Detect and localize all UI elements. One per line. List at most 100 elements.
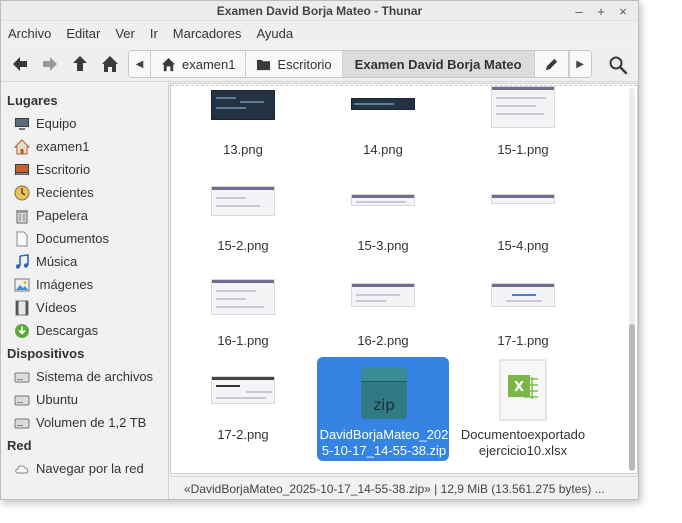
sidebar-item-papelera[interactable]: Papelera (1, 204, 168, 227)
images-icon (14, 277, 30, 293)
home-icon (102, 55, 118, 72)
edit-location-button[interactable] (535, 51, 569, 77)
file-manager-window: Examen David Borja Mateo - Thunar – + × … (0, 0, 639, 500)
file-name: 13.png (223, 142, 263, 157)
sidebar-item-descargas[interactable]: Descargas (1, 319, 168, 342)
menu-editar[interactable]: Editar (65, 26, 108, 41)
arrow-left-icon (13, 56, 27, 71)
home-icon (14, 138, 30, 155)
search-icon (609, 56, 628, 75)
file-item[interactable]: 16-2.png (317, 275, 449, 355)
recent-icon (14, 185, 30, 201)
menu-marcadores[interactable]: Marcadores (172, 26, 250, 41)
sidebar-header-dispositivos: Dispositivos (7, 346, 85, 361)
arrow-up-icon (73, 55, 87, 71)
file-name-line2: ejercicio10.xlsx (478, 443, 568, 458)
sidebar-item-volumen[interactable]: Volumen de 1,2 TB (1, 411, 168, 434)
sidebar-item-label: Música (36, 254, 78, 269)
sidebar-item-label: Papelera (36, 208, 89, 223)
image-thumbnail (491, 194, 555, 204)
sidebar-item-navegar-red[interactable]: Navegar por la red (1, 457, 168, 480)
sidebar-item-examen1[interactable]: examen1 (1, 135, 168, 158)
minimize-button[interactable]: – (568, 2, 590, 20)
file-item[interactable]: 15-3.png (317, 180, 449, 260)
sidebar-item-label: Ubuntu (36, 392, 78, 407)
home-icon (161, 57, 176, 71)
sidebar-item-label: examen1 (36, 139, 90, 154)
file-name: 15-2.png (217, 238, 269, 253)
file-name: 14.png (363, 142, 403, 157)
file-item[interactable]: 15-2.png (177, 180, 309, 260)
file-item[interactable]: 17-2.png (177, 368, 309, 448)
download-icon (14, 323, 30, 339)
breadcrumb-scroll-right[interactable]: ▶ (568, 51, 591, 77)
back-button[interactable] (5, 49, 35, 79)
sidebar-item-recientes[interactable]: Recientes (1, 181, 168, 204)
file-name: 16-2.png (357, 333, 409, 348)
sidebar-item-videos[interactable]: Vídeos (1, 296, 168, 319)
sidebar-item-label: Recientes (36, 185, 94, 200)
scrollbar-thumb[interactable] (629, 324, 635, 471)
file-name: 17-1.png (497, 333, 549, 348)
sidebar: Lugares Equipo examen1 Escritorio Recien… (1, 83, 169, 499)
desktop-icon (14, 162, 30, 178)
image-thumbnail (351, 194, 415, 206)
file-item[interactable]: 16-1.png (177, 275, 309, 355)
image-thumbnail (211, 90, 275, 120)
sidebar-item-label: Descargas (36, 323, 99, 338)
file-item[interactable]: 17-1.png (457, 275, 589, 355)
breadcrumb-item-current[interactable]: Examen David Borja Mateo (342, 51, 535, 77)
image-thumbnail (491, 86, 555, 128)
sidebar-item-ubuntu[interactable]: Ubuntu (1, 388, 168, 411)
sidebar-item-documentos[interactable]: Documentos (1, 227, 168, 250)
sidebar-header-lugares: Lugares (7, 93, 58, 108)
close-button[interactable]: × (612, 2, 634, 20)
video-icon (14, 300, 30, 316)
zip-archive-icon: zip (361, 367, 407, 419)
sidebar-item-label: Documentos (36, 231, 109, 246)
drive-icon (14, 392, 30, 408)
sidebar-item-label: Equipo (36, 116, 77, 131)
network-icon (14, 461, 30, 477)
file-name: 17-2.png (217, 427, 269, 442)
document-icon (14, 231, 30, 247)
window-title: Examen David Borja Mateo - Thunar (216, 3, 423, 18)
forward-button[interactable] (35, 49, 65, 79)
file-item[interactable]: X Documentoexportado ejercicio10.xlsx (457, 359, 589, 461)
sidebar-item-label: Sistema de archivos (36, 369, 154, 384)
menu-ir[interactable]: Ir (149, 26, 166, 41)
toolbar: ◀ examen1 Escritorio Examen David Borja … (1, 46, 638, 82)
sidebar-item-imagenes[interactable]: Imágenes (1, 273, 168, 296)
sidebar-item-escritorio[interactable]: Escritorio (1, 158, 168, 181)
home-button[interactable] (95, 49, 125, 79)
sidebar-item-equipo[interactable]: Equipo (1, 112, 168, 135)
status-bar: «DavidBorjaMateo_2025-10-17_14-55-38.zip… (170, 476, 638, 499)
breadcrumb-scroll-left[interactable]: ◀ (129, 51, 151, 77)
title-bar[interactable]: Examen David Borja Mateo - Thunar – + × (1, 1, 638, 21)
maximize-button[interactable]: + (590, 2, 612, 20)
file-item[interactable]: 13.png (177, 84, 309, 164)
vertical-scrollbar[interactable] (629, 88, 635, 471)
breadcrumb-item-escritorio[interactable]: Escritorio (246, 51, 343, 77)
file-item[interactable]: 15-1.png (457, 84, 589, 164)
breadcrumb: ◀ examen1 Escritorio Examen David Borja … (128, 50, 592, 78)
file-item-selected[interactable]: zip DavidBorjaMateo_202 5-10-17_14-55-38… (317, 357, 450, 461)
menu-ayuda[interactable]: Ayuda (255, 26, 301, 41)
file-view[interactable]: 13.png 14.png 15-1.png 15-2.png 15-3.png (170, 83, 638, 474)
image-thumbnail (211, 376, 275, 404)
search-button[interactable] (606, 53, 630, 77)
sidebar-item-label: Imágenes (36, 277, 94, 292)
file-item[interactable]: 14.png (317, 84, 449, 164)
menu-archivo[interactable]: Archivo (7, 26, 59, 41)
file-name: 15-4.png (497, 238, 549, 253)
sidebar-item-label: Volumen de 1,2 TB (36, 415, 147, 430)
up-button[interactable] (65, 49, 95, 79)
breadcrumb-item-home[interactable]: examen1 (151, 51, 247, 77)
image-thumbnail (351, 283, 415, 307)
sidebar-item-label: Navegar por la red (36, 461, 144, 476)
sidebar-item-sistema-archivos[interactable]: Sistema de archivos (1, 365, 168, 388)
image-thumbnail (211, 186, 275, 216)
sidebar-item-musica[interactable]: Música (1, 250, 168, 273)
menu-ver[interactable]: Ver (114, 26, 143, 41)
file-item[interactable]: 15-4.png (457, 180, 589, 260)
